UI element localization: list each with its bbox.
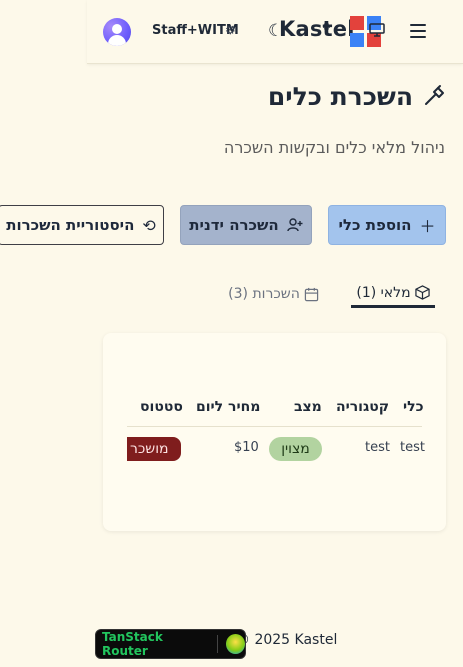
calendar-icon xyxy=(304,287,319,301)
tanstack-logo-icon xyxy=(225,634,246,654)
page-subtitle: ניהול מלאי כלים ובקשות השכרה xyxy=(223,138,445,157)
condition-badge: מצוין xyxy=(269,437,322,461)
header-price: מחיר ליום xyxy=(196,399,261,415)
manual-rental-button[interactable]: השכרה ידנית xyxy=(180,205,312,245)
brand-name: Kastel xyxy=(279,17,355,41)
tab-rentals[interactable]: השכרות (3) xyxy=(226,280,321,308)
tanstack-label: TanStack Router xyxy=(102,630,163,658)
package-icon xyxy=(414,285,430,300)
add-tool-button[interactable]: ＋ הוספת כלי xyxy=(328,205,446,245)
header-condition: מצב xyxy=(294,399,322,415)
settings-icon[interactable]: ⚙ xyxy=(225,23,236,37)
rental-history-button[interactable]: ⟲ היסטוריית השכרות xyxy=(0,205,164,245)
manual-rental-label: השכרה ידנית xyxy=(189,216,279,234)
hammer-icon xyxy=(425,85,444,105)
table-divider xyxy=(127,426,422,427)
history-icon: ⟲ xyxy=(142,215,156,235)
status-badge: מושכר xyxy=(127,437,181,461)
page-title: השכרת כלים xyxy=(267,82,413,111)
inventory-card xyxy=(103,333,446,531)
user-avatar[interactable] xyxy=(103,18,131,46)
tanstack-devtools-button[interactable]: TanStack Router xyxy=(95,629,246,659)
header-tool: כלי xyxy=(403,399,424,415)
tab-inventory-label: מלאי (1) xyxy=(356,284,411,301)
cell-tool: test xyxy=(400,440,425,455)
tab-rentals-label: השכרות (3) xyxy=(228,286,300,302)
plus-icon: ＋ xyxy=(419,217,436,236)
user-plus-icon xyxy=(287,218,303,232)
monitor-icon[interactable] xyxy=(369,23,385,37)
header-category: קטגוריה xyxy=(336,399,390,415)
brand-gear-icon: ⚙ xyxy=(322,22,331,33)
add-tool-label: הוספת כלי xyxy=(338,216,412,234)
cell-price: $10 xyxy=(234,440,259,455)
cell-category: test xyxy=(365,440,390,455)
menu-icon[interactable] xyxy=(410,24,426,38)
footer-copyright: © 2025 Kastel xyxy=(236,632,338,648)
rental-history-label: היסטוריית השכרות xyxy=(6,216,135,234)
tab-inventory[interactable]: מלאי (1) xyxy=(351,280,435,308)
header-status: סטטוס xyxy=(140,399,183,415)
